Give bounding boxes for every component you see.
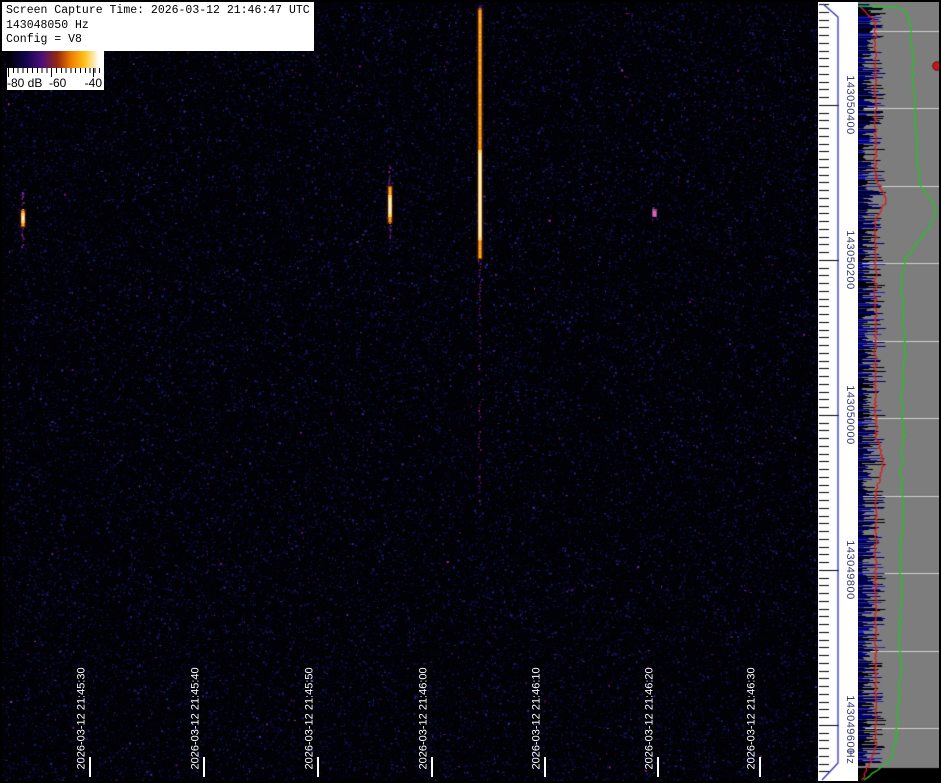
time-label: 2026-03-12 21:45:40	[190, 654, 203, 770]
db-scale-ruler: -80 dB -60 -40	[7, 68, 104, 90]
time-label: 2026-03-12 21:46:00	[418, 654, 431, 770]
capture-time-text: Screen Capture Time: 2026-03-12 21:46:47…	[6, 4, 314, 19]
capture-info-box: Screen Capture Time: 2026-03-12 21:46:47…	[2, 2, 314, 51]
color-gradient-bar	[7, 51, 104, 68]
time-tick-mark	[317, 757, 319, 777]
center-frequency-text: 143048050 Hz	[6, 19, 314, 34]
db-label-80: -80 dB	[7, 76, 42, 90]
time-label: 2026-03-12 21:46:20	[644, 654, 657, 770]
freq-label: 143050000	[844, 380, 856, 450]
spectrum-panel	[858, 2, 939, 781]
time-tick-mark	[203, 757, 205, 777]
db-color-scale: -80 dB -60 -40	[7, 51, 104, 90]
db-label-60: -60	[49, 76, 66, 90]
db-scale-major-tick	[93, 68, 94, 77]
freq-unit-label: Hz	[844, 722, 856, 783]
waterfall-spectrogram	[2, 2, 818, 781]
time-tick-mark	[759, 757, 761, 777]
freq-label: 143050400	[844, 70, 856, 140]
spectrum-app-window: Screen Capture Time: 2026-03-12 21:46:47…	[0, 0, 941, 783]
time-tick-mark	[544, 757, 546, 777]
db-scale-major-tick	[51, 68, 52, 77]
freq-label: 143050200	[844, 225, 856, 295]
freq-label: 143049800	[844, 535, 856, 605]
db-scale-minor-ticks	[8, 68, 103, 73]
time-tick-mark	[657, 757, 659, 777]
db-label-40: -40	[85, 76, 102, 90]
config-text: Config = V8	[6, 33, 314, 48]
time-tick-mark	[89, 757, 91, 777]
time-label: 2026-03-12 21:45:50	[304, 654, 317, 770]
time-label: 2026-03-12 21:46:10	[531, 654, 544, 770]
time-label: 2026-03-12 21:46:30	[746, 654, 759, 770]
time-tick-mark	[431, 757, 433, 777]
db-scale-labels: -80 dB -60 -40	[7, 76, 104, 90]
db-scale-major-tick	[8, 68, 9, 77]
time-label: 2026-03-12 21:45:30	[76, 654, 89, 770]
